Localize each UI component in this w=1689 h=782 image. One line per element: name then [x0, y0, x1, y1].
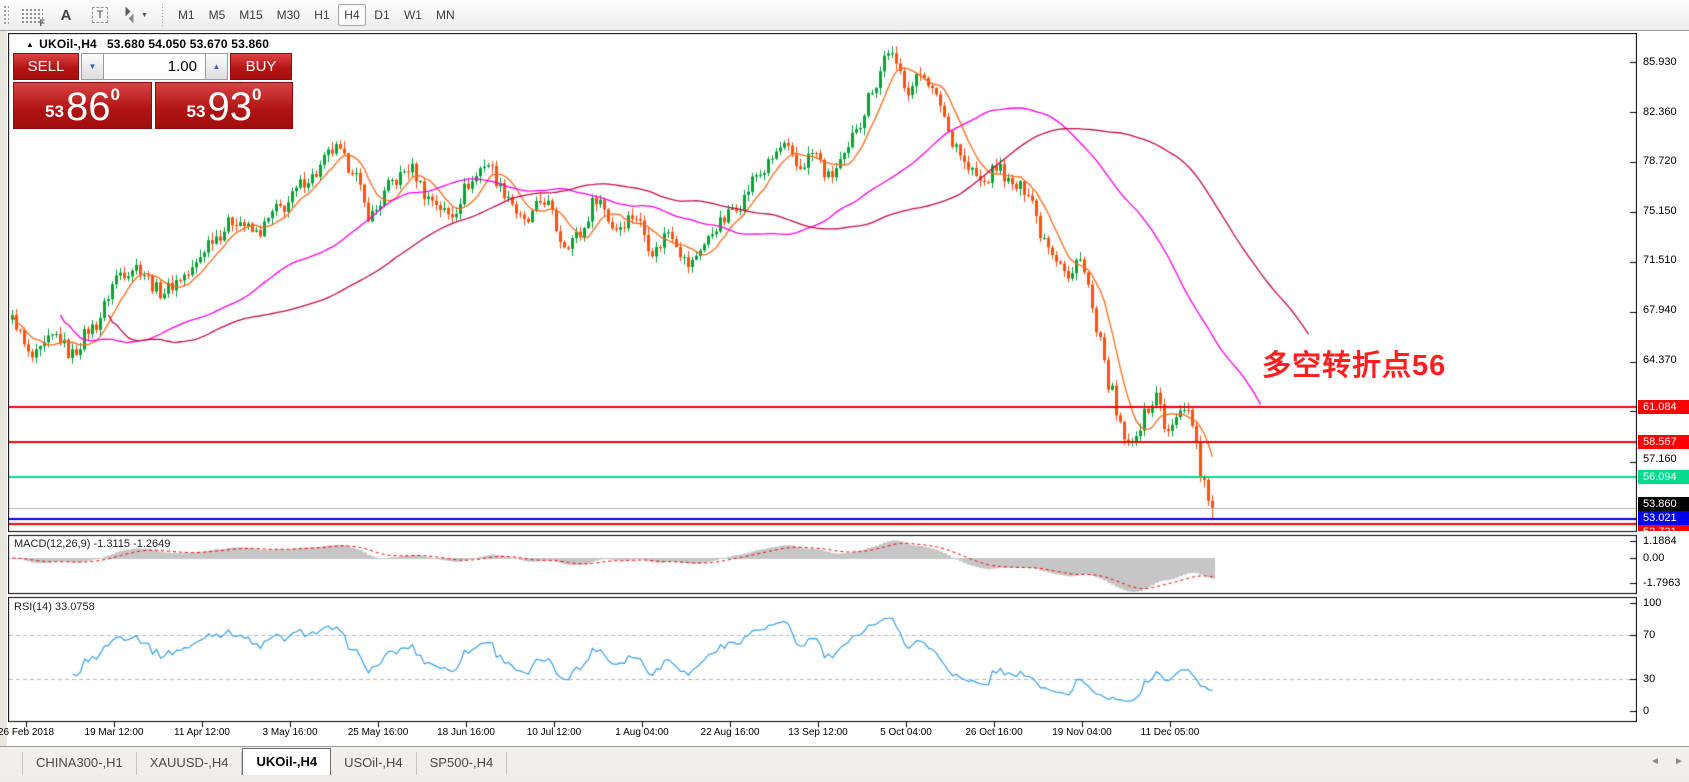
- date-label: 13 Sep 12:00: [788, 727, 848, 738]
- date-label: 19 Nov 04:00: [1052, 727, 1112, 738]
- date-label: 11 Apr 12:00: [174, 727, 230, 738]
- tab-usoil-h4[interactable]: USOil-,H4: [331, 752, 417, 775]
- chart-text-annotation[interactable]: 多空转折点56: [1262, 342, 1446, 384]
- grid-f-label: F: [40, 18, 46, 28]
- bid-price-box[interactable]: 53 86 0: [13, 82, 152, 129]
- volume-input[interactable]: [104, 53, 205, 80]
- rsi-title-text: RSI(14): [14, 601, 52, 613]
- ask-big-digits: 93: [207, 90, 252, 125]
- date-label: 25 May 16:00: [348, 727, 409, 738]
- tab-scroll-left-icon[interactable]: ◄: [1650, 756, 1660, 767]
- timeframe-h1-button[interactable]: H1: [308, 4, 336, 26]
- rsi-axis-70: 70: [1643, 629, 1655, 642]
- dropdown-arrow-icon[interactable]: ▼: [141, 12, 148, 19]
- macd-label: MACD(12,26,9) -1.3115 -1.2649: [14, 538, 170, 550]
- letter-t-icon: T: [92, 7, 109, 23]
- text-annotation-button[interactable]: A: [53, 3, 79, 27]
- date-label: 22 Aug 16:00: [701, 727, 760, 738]
- top-toolbar: F A T ▼ M1 M5 M15 M30 H1 H4 D1 W1 MN: [0, 0, 1689, 31]
- tab-xauusd-h4[interactable]: XAUUSD-,H4: [137, 752, 243, 775]
- tab-sp500-h4[interactable]: SP500-,H4: [417, 752, 508, 775]
- window-left-border: [0, 31, 8, 746]
- chart-tabs-bar: CHINA300-,H1 XAUUSD-,H4 UKOil-,H4 USOil-…: [0, 746, 1689, 775]
- tab-ukoil-h4[interactable]: UKOil-,H4: [242, 748, 331, 775]
- price-badges: 61.084 58.567 56.094 53.860 53.021 52.72…: [1638, 33, 1689, 531]
- buy-button[interactable]: BUY: [230, 53, 292, 80]
- tab-china300-h1[interactable]: CHINA300-,H1: [22, 752, 137, 775]
- volume-increase-button[interactable]: ▲: [205, 53, 228, 80]
- rsi-label: RSI(14) 33.0758: [14, 601, 95, 613]
- macd-axis-zero: 0.00: [1643, 552, 1664, 565]
- arrow-objects-button[interactable]: ▼: [121, 3, 148, 27]
- macd-title-text: MACD(12,26,9): [14, 538, 90, 550]
- arrows-icon: [121, 8, 137, 22]
- macd-values: -1.3115 -1.2649: [93, 538, 170, 550]
- timeframe-m5-button[interactable]: M5: [203, 4, 232, 26]
- symbol-name: UKOil-,H4: [39, 37, 97, 51]
- status-strip: [0, 775, 1689, 782]
- date-label: 11 Dec 05:00: [1141, 727, 1200, 738]
- tab-scroll-right-icon[interactable]: ►: [1674, 756, 1684, 767]
- resistance-price-badge: 61.084: [1638, 400, 1689, 414]
- timeframe-m15-button[interactable]: M15: [233, 4, 268, 26]
- date-label: 26 Oct 16:00: [965, 727, 1022, 738]
- sell-button[interactable]: SELL: [13, 53, 79, 80]
- clipped-price-badge: 52.721: [1638, 525, 1689, 531]
- support-price-badge: 56.094: [1638, 470, 1689, 484]
- resistance-price-badge: 58.567: [1638, 435, 1689, 449]
- bid-sup-digit: 0: [110, 85, 119, 105]
- letter-a-icon: A: [61, 7, 72, 24]
- text-label-button[interactable]: T: [87, 3, 113, 27]
- timeframe-w1-button[interactable]: W1: [398, 4, 428, 26]
- rsi-axis-0: 0: [1643, 705, 1649, 718]
- symbol-collapse-icon[interactable]: ▲: [26, 40, 34, 49]
- timeframe-m30-button[interactable]: M30: [271, 4, 306, 26]
- timeframe-m1-button[interactable]: M1: [172, 4, 201, 26]
- ask-prefix: 53: [187, 102, 206, 122]
- bid-big-digits: 86: [66, 90, 111, 125]
- toolbar-grip[interactable]: [3, 5, 9, 25]
- timeframe-h4-button[interactable]: H4: [338, 4, 366, 26]
- rsi-value: 33.0758: [55, 601, 95, 613]
- ask-sup-digit: 0: [252, 85, 261, 105]
- date-label: 19 Mar 12:00: [85, 727, 144, 738]
- date-label: 18 Jun 16:00: [437, 727, 495, 738]
- ask-price-box[interactable]: 53 93 0: [155, 82, 293, 129]
- last-price-badge: 53.860: [1638, 497, 1689, 511]
- rsi-axis-100: 100: [1643, 597, 1661, 610]
- spin-down-icon: ▼: [89, 62, 97, 71]
- rsi-axis-30: 30: [1643, 673, 1655, 686]
- timeframe-d1-button[interactable]: D1: [368, 4, 396, 26]
- volume-decrease-button[interactable]: ▼: [81, 53, 104, 80]
- macd-axis-min: -1.7963: [1643, 577, 1680, 590]
- bid-prefix: 53: [45, 102, 64, 122]
- chart-grid-tool-button[interactable]: F: [19, 3, 45, 27]
- toolbar-separator: [162, 4, 163, 26]
- date-label: 26 Feb 2018: [0, 727, 54, 738]
- one-click-trade-panel: SELL ▼ ▲ BUY 53 86 0 53 93 0: [13, 53, 294, 129]
- macd-axis-max: 1.1884: [1643, 535, 1677, 548]
- date-label: 1 Aug 04:00: [615, 727, 668, 738]
- time-axis: 26 Feb 2018 19 Mar 12:00 11 Apr 12:00 3 …: [8, 722, 1637, 745]
- date-label: 5 Oct 04:00: [880, 727, 932, 738]
- symbol-ohlc-values: 53.680 54.050 53.670 53.860: [107, 37, 269, 51]
- spin-up-icon: ▲: [213, 62, 221, 71]
- timeframe-mn-button[interactable]: MN: [430, 4, 461, 26]
- level-price-badge: 53.021: [1638, 511, 1689, 525]
- grid-icon: F: [21, 8, 43, 23]
- chart-canvas[interactable]: [8, 33, 1637, 745]
- date-label: 10 Jul 12:00: [527, 727, 582, 738]
- symbol-header: ▲ UKOil-,H4 53.680 54.050 53.670 53.860: [26, 37, 269, 51]
- date-label: 3 May 16:00: [262, 727, 317, 738]
